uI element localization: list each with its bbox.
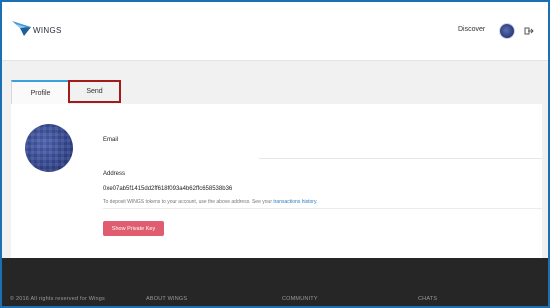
tab-profile[interactable]: Profile <box>11 80 70 104</box>
email-field-divider <box>259 158 542 159</box>
copyright-text: © 2016 All rights reserved for Wings <box>10 296 106 302</box>
user-avatar[interactable] <box>499 23 515 39</box>
footer-chats[interactable]: CHATS <box>418 296 437 302</box>
top-nav-bar: WINGS Discover <box>2 2 548 61</box>
footer-community[interactable]: COMMUNITY <box>282 296 318 302</box>
deposit-hint-tail: . <box>316 199 318 205</box>
address-label: Address <box>103 171 126 177</box>
logout-icon[interactable] <box>524 26 534 36</box>
send-tab-highlight-box <box>68 80 121 103</box>
tab-profile-label: Profile <box>30 89 51 97</box>
email-label: Email <box>103 137 119 143</box>
deposit-hint-text: To deposit WINGS tokens to your account,… <box>103 199 274 205</box>
transactions-history-link[interactable]: transactions history <box>273 199 316 205</box>
footer: © 2016 All rights reserved for Wings ABO… <box>2 258 548 306</box>
brand-name[interactable]: WINGS <box>33 26 62 35</box>
discover-link[interactable]: Discover <box>458 26 485 33</box>
profile-panel: Email Address 0xe07ab5f1415dd2ff618f093a… <box>11 104 542 258</box>
wings-logo-icon[interactable] <box>11 18 35 38</box>
divider <box>103 208 542 209</box>
app-window: WINGS Discover Profile Send Email Addres… <box>2 2 548 306</box>
footer-about-wings[interactable]: ABOUT WINGS <box>146 296 187 302</box>
wallet-address: 0xe07ab5f1415dd2ff618f093a4b62ffc658538b… <box>103 186 233 192</box>
profile-avatar <box>25 124 73 172</box>
deposit-hint: To deposit WINGS tokens to your account,… <box>103 199 317 205</box>
show-private-key-button[interactable]: Show Private Key <box>103 221 164 236</box>
